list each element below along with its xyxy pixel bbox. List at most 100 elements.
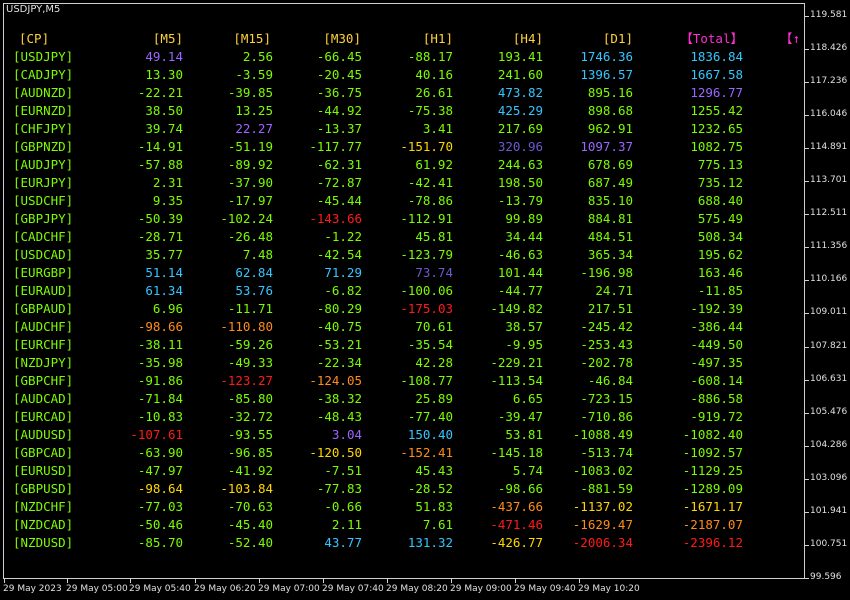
- value-cell: 38.57: [505, 319, 543, 334]
- value-cell: -112.91: [400, 211, 453, 226]
- value-cell: 51.14: [145, 265, 183, 280]
- value-cell: -2396.12: [682, 535, 743, 550]
- value-cell: 6.96: [152, 301, 183, 316]
- time-axis-tick: [195, 579, 196, 583]
- value-cell: 198.50: [497, 175, 543, 190]
- time-axis-tick: [130, 579, 131, 583]
- value-cell: -70.63: [227, 499, 273, 514]
- price-axis-tick: [805, 148, 809, 150]
- pair-label: [NZDUSD]: [13, 535, 74, 550]
- value-cell: -13.79: [497, 193, 543, 208]
- price-axis-tick: [805, 49, 809, 51]
- value-cell: -91.86: [137, 373, 183, 388]
- value-cell: -145.18: [490, 445, 543, 460]
- value-cell: -253.43: [580, 337, 633, 352]
- pair-label: [EURAUD]: [13, 283, 74, 298]
- value-cell: 735.12: [697, 175, 743, 190]
- value-cell: -152.41: [400, 445, 453, 460]
- price-axis-tick: [805, 16, 809, 17]
- value-cell: -28.52: [407, 481, 453, 496]
- pair-label: [EURJPY]: [13, 175, 74, 190]
- value-cell: -45.44: [316, 193, 362, 208]
- value-cell: -11.85: [697, 283, 743, 298]
- time-axis-tick: [323, 579, 324, 583]
- value-cell: 150.40: [407, 427, 453, 442]
- value-cell: -1092.57: [682, 445, 743, 460]
- value-cell: -120.50: [309, 445, 362, 460]
- value-cell: 2.11: [331, 517, 362, 532]
- value-cell: 53.76: [235, 283, 273, 298]
- price-axis-label: 104.286: [810, 439, 848, 450]
- value-cell: -32.72: [227, 409, 273, 424]
- value-cell: 217.51: [587, 301, 633, 316]
- time-axis-label: 29 May 09:00: [450, 584, 512, 594]
- value-cell: -37.90: [227, 175, 273, 190]
- price-axis-label: 118.426: [810, 43, 848, 54]
- pair-label: [AUDCHF]: [13, 319, 74, 334]
- value-cell: 3.41: [422, 121, 453, 136]
- value-cell: -88.17: [407, 49, 453, 64]
- value-cell: -2006.34: [572, 535, 633, 550]
- value-cell: 51.83: [415, 499, 453, 514]
- value-cell: -123.27: [220, 373, 273, 388]
- value-cell: -1088.49: [572, 427, 633, 442]
- time-axis-label: 29 May 10:20: [578, 584, 640, 594]
- value-cell: -71.84: [137, 391, 183, 406]
- value-cell: 61.92: [415, 157, 453, 172]
- value-cell: -22.21: [137, 85, 183, 100]
- value-cell: 484.51: [587, 229, 633, 244]
- value-cell: 241.60: [497, 67, 543, 82]
- value-cell: 163.46: [697, 265, 743, 280]
- value-cell: -62.31: [316, 157, 362, 172]
- value-cell: -103.84: [220, 481, 273, 496]
- pair-label: [EURCHF]: [13, 337, 74, 352]
- value-cell: 1836.84: [690, 49, 743, 64]
- value-cell: -608.14: [690, 373, 743, 388]
- value-cell: 49.14: [145, 49, 183, 64]
- price-axis-label: 105.476: [810, 406, 848, 417]
- chart-window[interactable]: USDJPY,M5 119.581 118.426 117.236 116.046 11…: [0, 0, 850, 600]
- value-cell: -2187.07: [682, 517, 743, 532]
- sort-arrow-icon[interactable]: 【↑: [780, 30, 800, 48]
- value-cell: -63.90: [137, 445, 183, 460]
- time-axis-tick: [579, 579, 580, 583]
- pair-label: [USDCAD]: [13, 247, 74, 262]
- value-cell: -96.85: [227, 445, 273, 460]
- price-axis-label: 107.821: [810, 340, 848, 351]
- column-header-cp: [CP]: [19, 31, 50, 46]
- value-cell: -98.64: [137, 481, 183, 496]
- value-cell: -72.87: [316, 175, 362, 190]
- column-header-d1: [D1]: [602, 31, 633, 46]
- value-cell: -6.82: [324, 283, 362, 298]
- price-axis-label: 103.096: [810, 472, 848, 483]
- value-cell: 1232.65: [690, 121, 743, 136]
- value-cell: 575.49: [697, 211, 743, 226]
- chart-symbol-title: USDJPY,M5: [6, 4, 61, 15]
- value-cell: 1255.42: [690, 103, 743, 118]
- value-cell: -10.83: [137, 409, 183, 424]
- price-axis-label: 109.011: [810, 307, 848, 318]
- value-cell: -93.55: [227, 427, 273, 442]
- value-cell: 473.82: [497, 85, 543, 100]
- value-cell: -14.91: [137, 139, 183, 154]
- value-cell: 62.84: [235, 265, 273, 280]
- column-header-h4: [H4]: [512, 31, 543, 46]
- value-cell: -80.29: [316, 301, 362, 316]
- value-cell: -886.58: [690, 391, 743, 406]
- value-cell: 775.13: [697, 157, 743, 172]
- price-axis-tick: [805, 511, 809, 513]
- value-cell: -497.35: [690, 355, 743, 370]
- time-axis-tick: [67, 579, 68, 583]
- price-axis-label: 112.511: [810, 208, 848, 219]
- time-axis-label: 29 May 05:40: [129, 584, 191, 594]
- value-cell: 1746.36: [580, 49, 633, 64]
- value-cell: 217.69: [497, 121, 543, 136]
- price-axis-label: 119.581: [810, 10, 848, 20]
- value-cell: -85.80: [227, 391, 273, 406]
- value-cell: -35.98: [137, 355, 183, 370]
- value-cell: -110.80: [220, 319, 273, 334]
- price-axis-label: 100.751: [810, 538, 848, 549]
- column-header-h1: [H1]: [422, 31, 453, 46]
- time-axis-label: 29 May 05:00: [66, 584, 128, 594]
- pair-label: [GBPJPY]: [13, 211, 74, 226]
